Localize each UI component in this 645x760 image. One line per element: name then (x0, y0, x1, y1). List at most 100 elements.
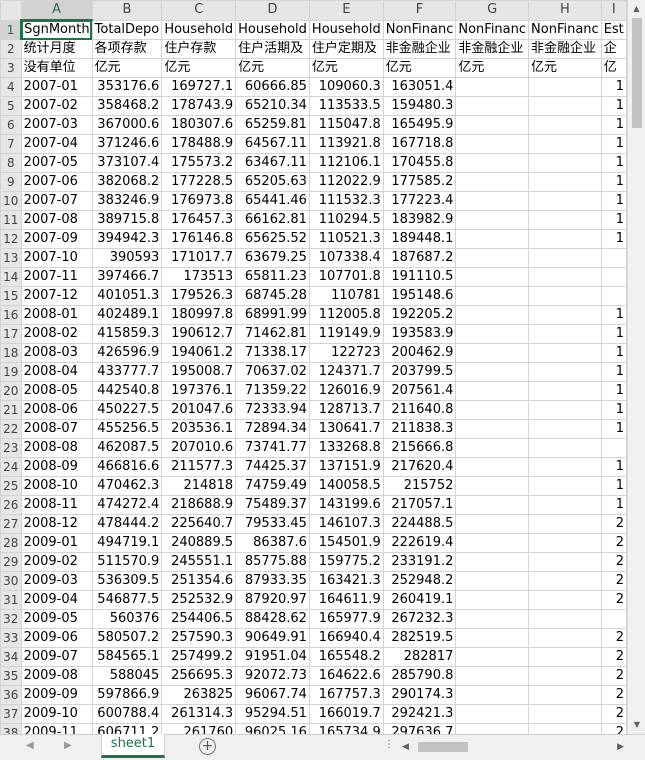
cell-c36[interactable]: 263825 (161, 685, 237, 705)
row-header[interactable]: 35 (0, 666, 22, 686)
cell-i11[interactable]: 1 (600, 210, 627, 230)
row-header[interactable]: 18 (0, 343, 22, 363)
cell-e27[interactable]: 146107.3 (308, 514, 384, 534)
cell-i17[interactable]: 1 (600, 324, 627, 344)
row-header[interactable]: 37 (0, 704, 22, 724)
cell-h1[interactable]: NonFinanc (528, 19, 602, 40)
cell-g24[interactable] (455, 457, 530, 477)
cell-b36[interactable]: 597866.9 (91, 685, 163, 705)
cell-h38[interactable] (528, 723, 602, 734)
cell-b9[interactable]: 382068.2 (91, 172, 163, 192)
cell-f5[interactable]: 159480.3 (382, 96, 457, 116)
cell-b21[interactable]: 450227.5 (91, 400, 163, 420)
cell-h18[interactable] (528, 343, 602, 363)
cell-a32[interactable]: 2009-05 (20, 609, 93, 629)
cell-d29[interactable]: 85775.88 (235, 552, 310, 572)
cell-g28[interactable] (455, 533, 530, 553)
cell-c5[interactable]: 178743.9 (161, 96, 237, 116)
row-header[interactable]: 20 (0, 381, 22, 401)
cell-b32[interactable]: 560376 (91, 609, 163, 629)
cell-h12[interactable] (528, 229, 602, 249)
cell-c31[interactable]: 252532.9 (161, 590, 237, 610)
cell-a15[interactable]: 2007-12 (20, 286, 93, 306)
row-header[interactable]: 3 (0, 58, 22, 78)
cell-d18[interactable]: 71338.17 (235, 343, 310, 363)
row-header[interactable]: 13 (0, 248, 22, 268)
cell-f20[interactable]: 207561.4 (382, 381, 457, 401)
cell-c23[interactable]: 207010.6 (161, 438, 237, 458)
cell-g9[interactable] (455, 172, 530, 192)
cell-f23[interactable]: 215666.8 (382, 438, 457, 458)
cell-d33[interactable]: 90649.91 (235, 628, 310, 648)
cell-b15[interactable]: 401051.3 (91, 286, 163, 306)
cell-c29[interactable]: 245551.1 (161, 552, 237, 572)
cell-d30[interactable]: 87933.35 (235, 571, 310, 591)
cell-g33[interactable] (455, 628, 530, 648)
cell-b11[interactable]: 389715.8 (91, 210, 163, 230)
row-header[interactable]: 12 (0, 229, 22, 249)
cell-f30[interactable]: 252948.2 (382, 571, 457, 591)
cell-h27[interactable] (528, 514, 602, 534)
cell-c22[interactable]: 203536.1 (161, 419, 237, 439)
cell-f2[interactable]: 非金融企业 (382, 39, 457, 59)
cell-g27[interactable] (455, 514, 530, 534)
cell-i3[interactable]: 亿 (600, 58, 627, 78)
cell-a25[interactable]: 2008-10 (20, 476, 93, 496)
cell-h20[interactable] (528, 381, 602, 401)
cell-b5[interactable]: 358468.2 (91, 96, 163, 116)
cell-b10[interactable]: 383246.9 (91, 191, 163, 211)
cell-d17[interactable]: 71462.81 (235, 324, 310, 344)
cell-f25[interactable]: 215752 (382, 476, 457, 496)
cell-e32[interactable]: 165977.9 (308, 609, 384, 629)
row-header[interactable]: 34 (0, 647, 22, 667)
cell-i21[interactable]: 1 (600, 400, 627, 420)
cell-c20[interactable]: 197376.1 (161, 381, 237, 401)
cell-b1[interactable]: TotalDepo (91, 19, 163, 40)
cell-a7[interactable]: 2007-04 (20, 134, 93, 154)
cell-e2[interactable]: 住户定期及 (308, 39, 384, 59)
cell-a10[interactable]: 2007-07 (20, 191, 93, 211)
cell-g15[interactable] (455, 286, 530, 306)
cell-a27[interactable]: 2008-12 (20, 514, 93, 534)
cell-e6[interactable]: 115047.8 (308, 115, 384, 135)
cell-f29[interactable]: 233191.2 (382, 552, 457, 572)
cell-g34[interactable] (455, 647, 530, 667)
cell-h15[interactable] (528, 286, 602, 306)
cell-d1[interactable]: Household (235, 19, 310, 40)
cell-h37[interactable] (528, 704, 602, 724)
column-header-h[interactable]: H (528, 0, 602, 21)
cell-d6[interactable]: 65259.81 (235, 115, 310, 135)
cell-d7[interactable]: 64567.11 (235, 134, 310, 154)
cell-c6[interactable]: 180307.6 (161, 115, 237, 135)
cell-b38[interactable]: 606711.2 (91, 723, 163, 734)
cell-e15[interactable]: 110781 (308, 286, 384, 306)
cell-g35[interactable] (455, 666, 530, 686)
cell-a16[interactable]: 2008-01 (20, 305, 93, 325)
add-sheet-icon[interactable]: + (199, 738, 216, 755)
cell-d16[interactable]: 68991.99 (235, 305, 310, 325)
cell-b6[interactable]: 367000.6 (91, 115, 163, 135)
cell-f36[interactable]: 290174.3 (382, 685, 457, 705)
cell-d2[interactable]: 住户活期及 (235, 39, 310, 59)
cell-g14[interactable] (455, 267, 530, 287)
cell-d35[interactable]: 92072.73 (235, 666, 310, 686)
cell-i15[interactable] (600, 286, 627, 306)
cell-a6[interactable]: 2007-03 (20, 115, 93, 135)
cell-a22[interactable]: 2008-07 (20, 419, 93, 439)
scroll-down-arrow-icon[interactable]: ▼ (628, 716, 645, 734)
cell-a8[interactable]: 2007-05 (20, 153, 93, 173)
cell-f38[interactable]: 297636.7 (382, 723, 457, 734)
cell-a14[interactable]: 2007-11 (20, 267, 93, 287)
cell-i28[interactable]: 2 (600, 533, 627, 553)
cell-i36[interactable]: 2 (600, 685, 627, 705)
cell-c16[interactable]: 180997.8 (161, 305, 237, 325)
row-header[interactable]: 11 (0, 210, 22, 230)
cell-i24[interactable]: 1 (600, 457, 627, 477)
cell-i7[interactable]: 1 (600, 134, 627, 154)
cell-g23[interactable] (455, 438, 530, 458)
cell-a29[interactable]: 2009-02 (20, 552, 93, 572)
cell-i33[interactable]: 2 (600, 628, 627, 648)
cell-c35[interactable]: 256695.3 (161, 666, 237, 686)
cell-d10[interactable]: 65441.46 (235, 191, 310, 211)
cell-d4[interactable]: 60666.85 (235, 77, 310, 97)
